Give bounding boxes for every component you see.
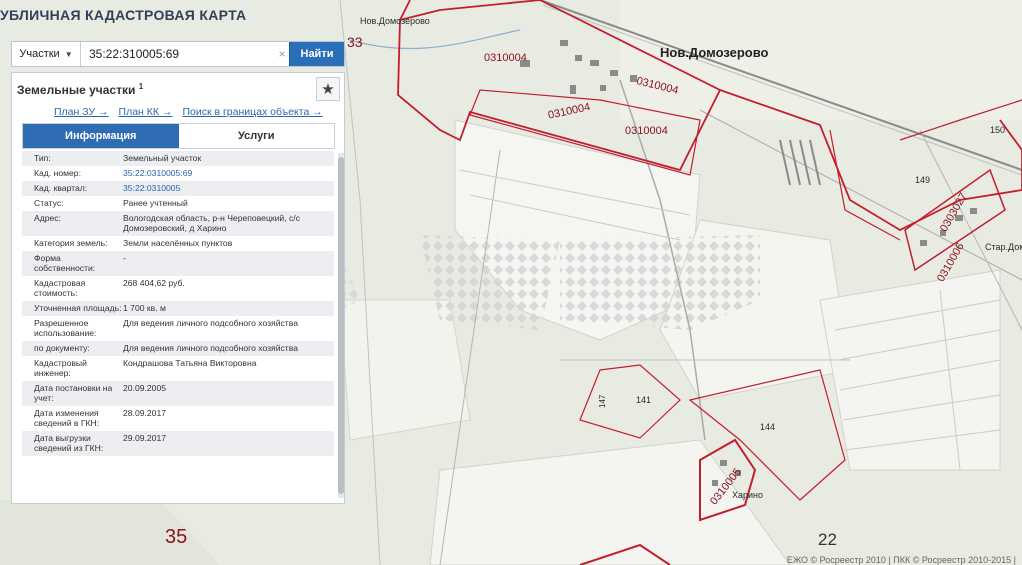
info-value: Ранее учтенный [123, 198, 188, 208]
info-value: Кондрашова Татьяна Викторовна [123, 358, 257, 368]
map-label-147: 147 [598, 394, 607, 408]
map-label-33: 33 [347, 34, 363, 50]
map-label-kharino: Харино [732, 490, 764, 500]
map-label-star-domozerovo: Стар.Домо [985, 242, 1022, 252]
info-key: Уточненная площадь: [34, 303, 122, 313]
plan-zu-link[interactable]: План ЗУ → [54, 106, 109, 118]
info-row: Дата постановки на учет: 20.09.2005 [22, 381, 334, 406]
panel-links: План ЗУ → План КК → Поиск в границах объ… [54, 106, 344, 118]
info-row: Форма собственности: - [22, 251, 334, 276]
info-key: Кад. номер: [34, 168, 81, 178]
info-key: Тип: [34, 153, 51, 163]
info-key: по документу: [34, 343, 90, 353]
clear-icon[interactable]: × [275, 42, 289, 66]
panel-title-text: Земельные участки [17, 83, 136, 97]
info-key: Кад. квартал: [34, 183, 88, 193]
info-row: Разрешенное использование: Для ведения ли… [22, 316, 334, 341]
info-value: 268 404,62 руб. [123, 278, 185, 288]
info-row: Тип: Земельный участок [22, 151, 334, 166]
panel-tabs: Информация Услуги [22, 123, 335, 149]
info-row: Адрес: Вологодская область, р-н Череповец… [22, 211, 334, 236]
result-count: 1 [138, 82, 144, 91]
tab-info[interactable]: Информация [23, 124, 179, 148]
map-label-150: 150 [990, 125, 1006, 135]
info-row: Дата изменения сведений в ГКН: 28.09.2017 [22, 406, 334, 431]
map-label-149: 149 [915, 175, 931, 185]
info-value: Земельный участок [123, 153, 202, 163]
cadastral-number-link[interactable]: 35:22:0310005:69 [123, 168, 334, 178]
info-value: Для ведения личного подсобного хозяйства [123, 343, 298, 353]
info-value: Для ведения личного подсобного хозяйства [123, 318, 298, 328]
map-footer: ЕЖО © Росреестр 2010 | ПКК © Росреестр 2… [786, 555, 1016, 565]
scrollbar-thumb[interactable] [338, 157, 344, 494]
info-key: Кадастровый инженер: [34, 358, 87, 378]
info-value: 29.09.2017 [123, 433, 167, 443]
info-table: Тип: Земельный участок Кад. номер: 35:22:0… [22, 151, 334, 493]
info-value: Земли населённых пунктов [123, 238, 233, 248]
tab-services[interactable]: Услуги [178, 124, 334, 148]
info-key: Кадастровая стоимость: [34, 278, 86, 298]
cadastral-quarter-link[interactable]: 35:22:0310005 [123, 183, 334, 193]
search-in-bounds-link[interactable]: Поиск в границах объекта → [182, 106, 322, 118]
info-value: - [123, 253, 126, 263]
map-label-quarter-0310004-a: 0310004 [484, 52, 527, 64]
info-key: Статус: [34, 198, 64, 208]
info-key: Адрес: [34, 213, 61, 223]
panel-title: Земельные участки 1 [17, 82, 143, 97]
info-row: по документу: Для ведения личного подсобн… [22, 341, 334, 356]
map-label-quarter-0310004-d: 0310004 [625, 125, 668, 137]
info-value: Вологодская область, р-н Череповецкий, с… [123, 213, 300, 233]
panel-scrollbar[interactable] [338, 153, 344, 498]
info-row: Дата выгрузки сведений из ГКН: 29.09.2017 [22, 431, 334, 456]
info-key: Форма собственности: [34, 253, 96, 273]
info-row: Категория земель: Земли населённых пункто… [22, 236, 334, 251]
search-input[interactable] [81, 42, 275, 66]
map-label-144: 144 [760, 422, 776, 432]
star-icon[interactable]: ★ [316, 77, 340, 101]
chevron-down-icon: ▼ [64, 49, 73, 59]
find-button[interactable]: Найти [289, 42, 344, 66]
info-value: 28.09.2017 [123, 408, 167, 418]
info-key: Дата постановки на учет: [34, 383, 113, 403]
info-panel: Земельные участки 1 ★ План ЗУ → План КК … [11, 72, 345, 504]
plan-kk-link[interactable]: План КК → [119, 106, 173, 118]
info-key: Дата выгрузки сведений из ГКН: [34, 433, 104, 453]
search-bar: Участки ▼ × Найти [11, 41, 345, 67]
info-row: Статус: Ранее учтенный [22, 196, 334, 211]
info-key: Категория земель: [34, 238, 108, 248]
info-key: Дата изменения сведений в ГКН: [34, 408, 100, 428]
info-row: Уточненная площадь: 1 700 кв. м [22, 301, 334, 316]
info-value: 20.09.2005 [123, 383, 167, 393]
app-title: УБЛИЧНАЯ КАДАСТРОВАЯ КАРТА [0, 7, 247, 23]
search-type-dropdown[interactable]: Участки ▼ [12, 42, 81, 66]
map-label-nov-domozerovo: Нов.Домозерово [660, 45, 769, 60]
info-value: 1 700 кв. м [123, 303, 166, 313]
info-key: Разрешенное использование: [34, 318, 97, 338]
info-row: Кадастровая стоимость: 268 404,62 руб. [22, 276, 334, 301]
info-row: Кад. номер: 35:22:0310005:69 [22, 166, 334, 181]
map-label-nov-domozerovo-small: Нов.Домозерово [360, 16, 430, 26]
info-row: Кадастровый инженер: Кондрашова Татьяна В… [22, 356, 334, 381]
info-row: Кад. квартал: 35:22:0310005 [22, 181, 334, 196]
map-label-141: 141 [636, 395, 652, 405]
map-label-35: 35 [165, 526, 188, 548]
search-type-label: Участки [19, 48, 60, 60]
map-label-22: 22 [818, 530, 837, 549]
